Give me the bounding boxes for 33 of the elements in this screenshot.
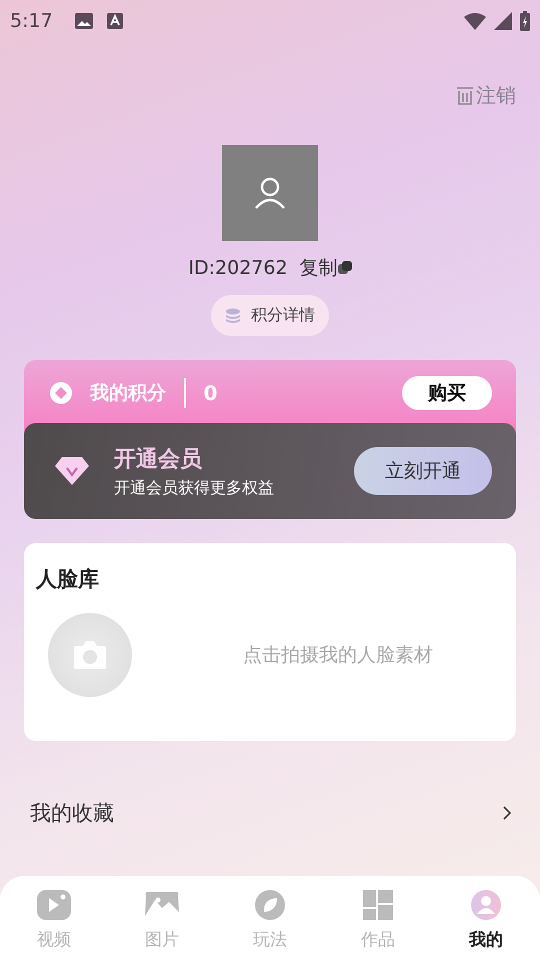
user-icon	[253, 176, 287, 210]
user-id: ID:202762	[188, 257, 288, 279]
coin-stack-icon	[225, 308, 241, 324]
copy-button[interactable]: 复制	[300, 255, 352, 281]
trash-icon	[456, 86, 474, 106]
diamond-icon	[54, 455, 90, 487]
avatar[interactable]	[222, 145, 318, 241]
points-title: 我的积分	[90, 381, 166, 406]
status-time: 5:17	[10, 10, 53, 32]
copy-icon	[338, 261, 352, 275]
leaf-icon	[255, 890, 285, 920]
favorites-row[interactable]: 我的收藏	[30, 799, 512, 827]
text-icon	[106, 13, 123, 29]
face-capture-hint: 点击拍摄我的人脸素材	[242, 643, 434, 668]
points-value: 0	[204, 380, 218, 407]
open-vip-button[interactable]: 立刻开通	[354, 447, 492, 495]
user-icon	[471, 890, 501, 920]
points-detail-button[interactable]: 积分详情	[211, 295, 329, 336]
signal-icon	[494, 12, 512, 30]
points-icon	[50, 382, 72, 404]
grid-icon	[363, 890, 393, 920]
play-icon	[37, 890, 71, 920]
camera-icon	[73, 640, 107, 670]
face-library-title: 人脸库	[36, 566, 100, 593]
vip-subtitle: 开通会员获得更多权益	[114, 478, 274, 498]
vip-title: 开通会员	[114, 446, 203, 474]
buy-button[interactable]: 购买	[402, 376, 492, 410]
favorites-label: 我的收藏	[30, 800, 114, 827]
battery-icon	[520, 11, 530, 31]
wifi-icon	[464, 12, 486, 30]
image-icon	[74, 13, 93, 29]
nav-tab[interactable]: 我的	[432, 890, 540, 960]
chevron-right-icon	[502, 805, 512, 821]
